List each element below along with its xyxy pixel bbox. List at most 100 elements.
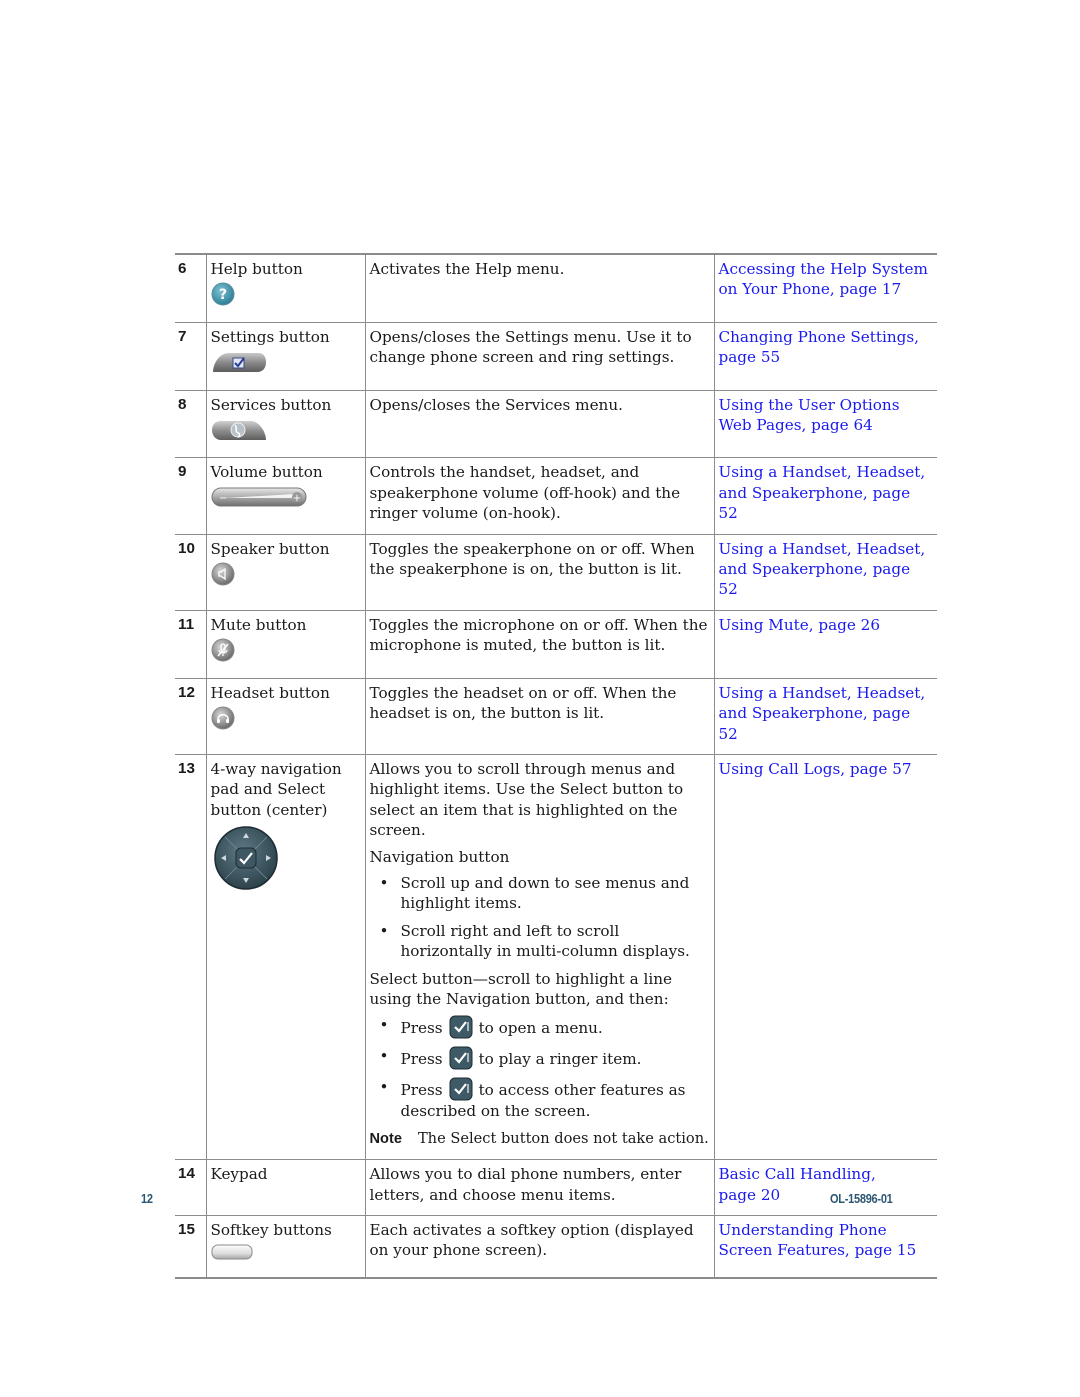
phone-features-table: 6 Help button ? Activates the Help menu.… [175, 252, 937, 1279]
row-number: 15 [175, 1214, 206, 1279]
list-item: Scroll up and down to see menus and high… [370, 873, 710, 914]
feature-description: Opens/closes the Settings menu. Use it t… [364, 321, 714, 391]
navigation-pad-icon [213, 826, 361, 895]
feature-description: Toggles the speakerphone on or off. When… [364, 533, 714, 611]
reference-link[interactable]: Accessing the Help System on Your Phone, … [719, 259, 934, 300]
feature-name: Services button [210, 395, 332, 414]
feature-name-cell: Headset button [205, 677, 365, 755]
row-number: 10 [175, 533, 206, 611]
feature-name-cell: Speaker button [205, 533, 365, 611]
reference-link[interactable]: Using a Handset, Headset, and Speakerphon… [719, 683, 934, 744]
description-text: Activates the Help menu. [369, 260, 565, 278]
row-number: 7 [175, 321, 206, 391]
services-globe-icon [211, 418, 361, 447]
feature-name: Headset button [210, 683, 330, 702]
feature-name: Volume button [210, 463, 323, 482]
note-label: Note [369, 1130, 402, 1147]
description-text: Opens/closes the Services menu. [369, 395, 623, 414]
reference-link[interactable]: Using a Handset, Headset, and Speakerphon… [719, 462, 934, 523]
row-number: 11 [175, 609, 206, 679]
description-text: Allows you to dial phone numbers, enter … [369, 1165, 682, 1204]
select-bullet-list: Pressto open a menu. Pressto play a ring… [370, 1015, 710, 1121]
page-number: 12 [141, 1192, 153, 1206]
select-checkmark-icon [449, 1015, 473, 1039]
reference-cell: Basic Call Handling, page 20 [713, 1159, 937, 1216]
reference-link[interactable]: Using Call Logs, page 57 [719, 759, 934, 779]
table-row: 14 Keypad Allows you to dial phone numbe… [175, 1159, 937, 1216]
settings-checkbox-icon [211, 350, 361, 379]
help-question-icon: ? [211, 282, 361, 311]
feature-description: Each activates a softkey option (display… [364, 1214, 714, 1279]
table-row: 11 Mute button Toggles the microphone on… [175, 609, 937, 679]
description-text: Opens/closes the Settings menu. Use it t… [369, 327, 692, 367]
reference-cell: Using Mute, page 26 [713, 609, 937, 679]
feature-name: Speaker button [210, 539, 330, 558]
list-item: Pressto play a ringer item. [370, 1046, 710, 1070]
reference-cell: Using Call Logs, page 57 [713, 753, 937, 1160]
feature-description: Allows you to dial phone numbers, enter … [364, 1159, 714, 1216]
table-row: 6 Help button ? Activates the Help menu.… [175, 252, 937, 323]
table-row: 9 Volume button − + Controls the handset,… [175, 457, 937, 535]
feature-name-cell: Softkey buttons [205, 1214, 365, 1279]
feature-name: Softkey buttons [210, 1221, 332, 1239]
svg-text:−: − [219, 493, 227, 504]
reference-link[interactable]: Using the User Options Web Pages, page 64 [719, 395, 934, 436]
feature-description: Toggles the headset on or off. When the … [364, 677, 714, 755]
reference-cell: Using a Handset, Headset, and Speakerphon… [713, 533, 937, 611]
feature-description: Toggles the microphone on or off. When t… [364, 609, 714, 679]
reference-link[interactable]: Basic Call Handling, page 20 [719, 1164, 934, 1205]
table-row: 7 Settings button Opens/closes the Setti… [175, 321, 937, 391]
feature-name-cell: Mute button [205, 609, 365, 679]
reference-cell: Using a Handset, Headset, and Speakerphon… [713, 677, 937, 755]
document-id: OL-15896-01 [830, 1192, 893, 1206]
reference-cell: Using the User Options Web Pages, page 64 [713, 389, 937, 458]
reference-link[interactable]: Using Mute, page 26 [719, 615, 934, 635]
headset-icon [211, 706, 361, 735]
feature-description: Activates the Help menu. [364, 252, 714, 323]
feature-name-cell: Services button [205, 389, 365, 458]
feature-name: Help button [210, 260, 303, 278]
list-item: Scroll right and left to scroll horizont… [370, 921, 710, 962]
reference-link[interactable]: Changing Phone Settings, page 55 [719, 327, 934, 368]
description-text: Allows you to scroll through menus and h… [369, 759, 684, 840]
reference-cell: Understanding Phone Screen Features, page… [713, 1214, 937, 1279]
feature-name-cell: Help button ? [205, 252, 365, 323]
feature-name: Keypad [210, 1165, 268, 1184]
row-number: 6 [175, 252, 206, 323]
reference-cell: Using a Handset, Headset, and Speakerphon… [713, 457, 937, 535]
description-text: Controls the handset, headset, and speak… [369, 463, 681, 523]
feature-name-cell: 4-way navigation pad and Select button (… [205, 753, 365, 1160]
list-item: Pressto access other features as describ… [370, 1077, 710, 1121]
feature-description: Allows you to scroll through menus and h… [364, 753, 714, 1160]
note: Note The Select button does not take acti… [370, 1129, 710, 1149]
feature-name-cell: Keypad [205, 1159, 365, 1216]
description-text: Toggles the headset on or off. When the … [369, 683, 677, 723]
feature-name: Mute button [210, 615, 307, 634]
feature-name: Settings button [210, 327, 330, 346]
svg-text:?: ? [218, 287, 226, 303]
select-checkmark-icon [449, 1077, 473, 1101]
table-row: 13 4-way navigation pad and Select butto… [175, 753, 937, 1160]
navigation-bullet-list: Scroll up and down to see menus and high… [370, 873, 710, 962]
select-intro-text: Select button—scroll to highlight a line… [369, 969, 672, 1008]
select-checkmark-icon [449, 1046, 473, 1070]
mute-microphone-icon [211, 638, 361, 667]
row-number: 14 [175, 1159, 206, 1216]
row-number: 9 [175, 457, 206, 535]
feature-name-cell: Settings button [205, 321, 365, 391]
feature-description: Opens/closes the Services menu. [364, 389, 714, 458]
row-number: 12 [175, 677, 206, 755]
svg-text:+: + [292, 493, 300, 504]
feature-description: Controls the handset, headset, and speak… [364, 457, 714, 535]
speaker-icon [211, 562, 361, 591]
description-text: Toggles the microphone on or off. When t… [369, 615, 708, 655]
feature-name-cell: Volume button − + [205, 457, 365, 535]
reference-link[interactable]: Understanding Phone Screen Features, page… [719, 1220, 934, 1261]
reference-link[interactable]: Using a Handset, Headset, and Speakerphon… [719, 539, 934, 600]
row-number: 13 [175, 753, 206, 1160]
row-number: 8 [175, 389, 206, 458]
softkey-button-icon [211, 1243, 361, 1266]
description-text: Each activates a softkey option (display… [369, 1221, 694, 1260]
feature-name: 4-way navigation pad and Select button (… [210, 759, 342, 819]
table-row: 12 Headset button Toggles the headset on… [175, 677, 937, 755]
